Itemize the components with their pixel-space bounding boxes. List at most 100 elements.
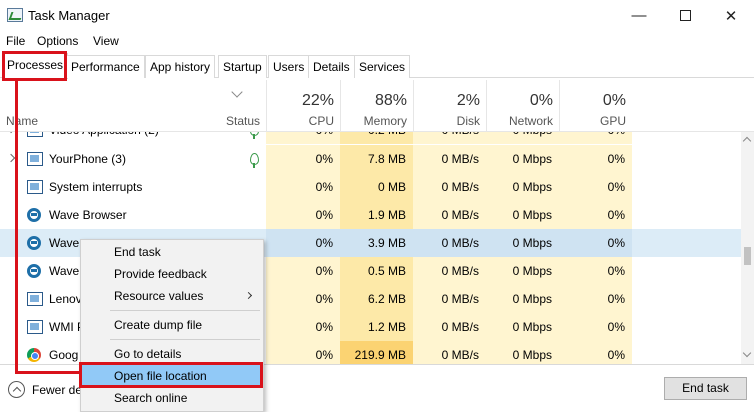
close-button[interactable]: ✕ bbox=[708, 0, 754, 31]
gpu-cell: 0% bbox=[559, 145, 632, 173]
submenu-chevron-icon bbox=[244, 291, 253, 300]
disk-cell: 0 MB/s bbox=[413, 229, 486, 257]
scroll-thumb[interactable] bbox=[744, 247, 751, 265]
memory-label: Memory bbox=[363, 114, 407, 128]
gpu-cell: 0% bbox=[559, 132, 632, 144]
column-cpu[interactable]: 22% CPU bbox=[266, 80, 340, 132]
gpu-cell: 0% bbox=[559, 201, 632, 229]
network-cell: 0 Mbps bbox=[486, 229, 559, 257]
network-cell: 0 Mbps bbox=[486, 145, 559, 173]
cpu-cell: 0% bbox=[266, 132, 340, 144]
fewer-details-link[interactable]: Fewer de bbox=[32, 383, 82, 397]
column-gpu[interactable]: 0% GPU bbox=[559, 80, 632, 132]
wave-browser-icon bbox=[27, 236, 41, 250]
tab-details[interactable]: Details bbox=[308, 55, 355, 78]
menu-provide-feedback[interactable]: Provide feedback bbox=[81, 263, 263, 285]
gpu-cell: 0% bbox=[559, 341, 632, 364]
chrome-icon bbox=[27, 348, 41, 362]
network-cell: 0 Mbps bbox=[486, 201, 559, 229]
cpu-cell: 0% bbox=[266, 145, 340, 173]
gpu-cell: 0% bbox=[559, 313, 632, 341]
wave-browser-icon bbox=[27, 264, 41, 278]
column-status[interactable]: Status bbox=[226, 114, 260, 128]
gpu-cell: 0% bbox=[559, 285, 632, 313]
efficiency-leaf-icon bbox=[250, 153, 259, 168]
cpu-cell: 0% bbox=[266, 201, 340, 229]
column-name[interactable]: Name bbox=[6, 114, 38, 128]
memory-cell: 0 MB bbox=[340, 173, 413, 201]
minimize-button[interactable]: — bbox=[616, 0, 662, 31]
menu-create-dump-file[interactable]: Create dump file bbox=[81, 314, 263, 336]
table-row[interactable]: Video Application (2) 0% 0.2 MB 0 MB/s 0… bbox=[0, 132, 741, 144]
tab-app-history[interactable]: App history bbox=[145, 55, 216, 78]
system-window-icon bbox=[27, 180, 43, 194]
disk-cell: 0 MB/s bbox=[413, 313, 486, 341]
process-name: Wave bbox=[49, 264, 80, 278]
menu-end-task[interactable]: End task bbox=[81, 241, 263, 263]
maximize-icon bbox=[679, 10, 691, 21]
disk-cell: 0 MB/s bbox=[413, 341, 486, 364]
title-bar: Task Manager — ✕ bbox=[0, 0, 754, 31]
table-row[interactable]: Wave Browser 0% 1.9 MB 0 MB/s 0 Mbps 0% bbox=[0, 201, 741, 229]
process-name: YourPhone (3) bbox=[49, 152, 126, 166]
task-manager-app-icon bbox=[7, 8, 23, 22]
network-cell: 0 Mbps bbox=[486, 313, 559, 341]
wmi-provider-icon bbox=[27, 320, 43, 334]
network-cell: 0 Mbps bbox=[486, 173, 559, 201]
tab-startup[interactable]: Startup bbox=[218, 55, 267, 78]
disk-label: Disk bbox=[456, 114, 480, 128]
tab-services[interactable]: Services bbox=[354, 55, 411, 78]
highlight-connector-horizontal bbox=[15, 371, 81, 374]
sort-chevron-icon bbox=[231, 86, 243, 98]
tab-performance[interactable]: Performance bbox=[66, 55, 145, 78]
memory-cell: 1.2 MB bbox=[340, 313, 413, 341]
memory-cell: 6.2 MB bbox=[340, 285, 413, 313]
menu-resource-values-label: Resource values bbox=[114, 289, 204, 303]
lenovo-app-icon bbox=[27, 292, 43, 306]
network-cell: 0 Mbps bbox=[486, 341, 559, 364]
column-disk[interactable]: 2% Disk bbox=[413, 80, 486, 132]
efficiency-leaf-icon bbox=[250, 132, 259, 139]
end-task-button[interactable]: End task bbox=[664, 377, 747, 400]
network-total: 0% bbox=[529, 92, 553, 109]
expand-chevron-icon[interactable] bbox=[6, 132, 16, 134]
network-cell: 0 Mbps bbox=[486, 285, 559, 313]
scroll-up-icon[interactable] bbox=[742, 136, 752, 146]
process-name: Wave Browser bbox=[49, 208, 127, 222]
menu-file[interactable]: File bbox=[6, 34, 25, 48]
scroll-down-icon[interactable] bbox=[742, 348, 752, 358]
column-memory[interactable]: 88% Memory bbox=[340, 80, 413, 132]
memory-cell: 0.5 MB bbox=[340, 257, 413, 285]
table-row[interactable]: YourPhone (3) 0% 7.8 MB 0 MB/s 0 Mbps 0% bbox=[0, 145, 741, 173]
cpu-cell: 0% bbox=[266, 285, 340, 313]
menu-view[interactable]: View bbox=[93, 34, 119, 48]
table-row[interactable]: System interrupts 0% 0 MB 0 MB/s 0 Mbps … bbox=[0, 173, 741, 201]
gpu-cell: 0% bbox=[559, 229, 632, 257]
menu-separator bbox=[110, 310, 260, 311]
disk-cell: 0 MB/s bbox=[413, 285, 486, 313]
column-network[interactable]: 0% Network bbox=[486, 80, 559, 132]
disk-cell: 0 MB/s bbox=[413, 132, 486, 144]
tab-users[interactable]: Users bbox=[268, 55, 310, 78]
menu-resource-values[interactable]: Resource values bbox=[81, 285, 263, 307]
network-cell: 0 Mbps bbox=[486, 132, 559, 144]
highlight-open-file-location bbox=[79, 362, 263, 388]
menu-options[interactable]: Options bbox=[37, 34, 78, 48]
expand-chevron-icon[interactable] bbox=[6, 153, 16, 163]
memory-cell: 0.2 MB bbox=[340, 132, 413, 144]
vertical-scrollbar[interactable] bbox=[741, 132, 754, 364]
maximize-button[interactable] bbox=[662, 0, 708, 31]
cpu-cell: 0% bbox=[266, 173, 340, 201]
disk-cell: 0 MB/s bbox=[413, 145, 486, 173]
disk-cell: 0 MB/s bbox=[413, 257, 486, 285]
app-window-icon bbox=[27, 132, 43, 137]
collapse-up-icon[interactable] bbox=[8, 381, 25, 398]
process-name: Wave bbox=[49, 236, 80, 250]
gpu-label: GPU bbox=[599, 114, 626, 128]
memory-cell: 219.9 MB bbox=[340, 341, 413, 364]
disk-total: 2% bbox=[456, 92, 480, 109]
menu-search-online[interactable]: Search online bbox=[81, 387, 263, 409]
process-name: System interrupts bbox=[49, 180, 143, 194]
menu-bar: File Options View bbox=[0, 31, 754, 51]
minimize-icon: — bbox=[631, 7, 647, 24]
